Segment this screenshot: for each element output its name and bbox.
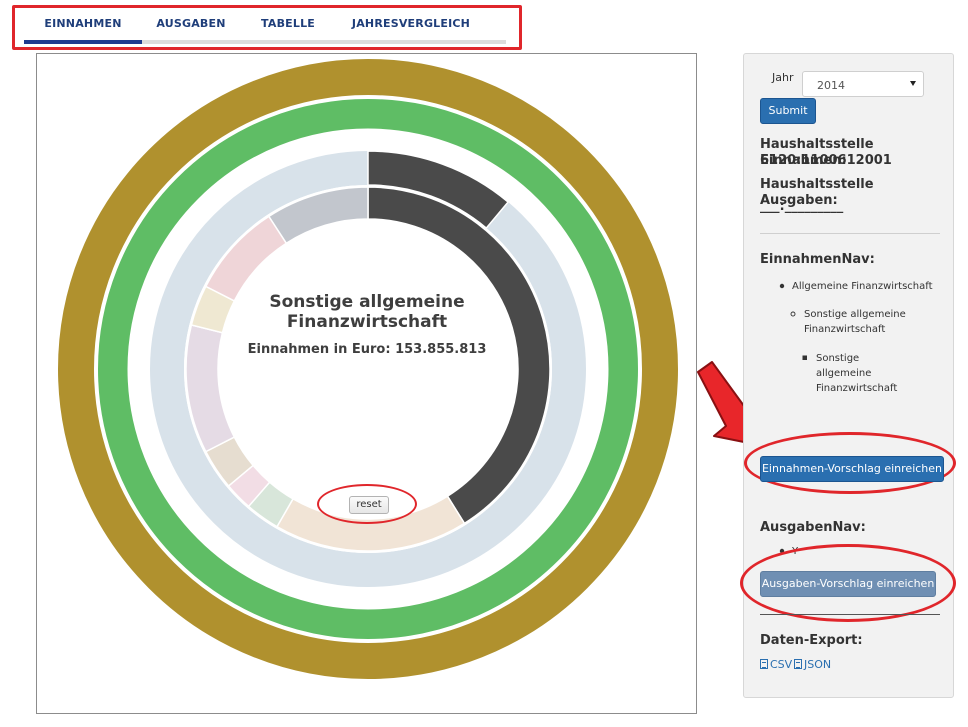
divider: [760, 233, 940, 234]
nav-item-line: Sonstige: [816, 353, 860, 364]
nav-item-line: Finanzwirtschaft: [816, 383, 898, 394]
chart-title-line1: Sonstige allgemeine: [269, 292, 465, 312]
export-json-link[interactable]: JSON: [794, 658, 831, 671]
chart-center: [218, 219, 518, 519]
nav-item-line: Sonstige allgemeine: [804, 309, 906, 320]
export-csv-label: CSV: [770, 658, 793, 671]
chart-center-title: Sonstige allgemeine Finanzwirtschaft: [217, 292, 517, 332]
bullet-icon: [802, 355, 807, 360]
nav-item-line: Finanzwirtschaft: [804, 324, 886, 335]
nav-item-sonstige-allgemeine-finanzwirtschaft[interactable]: Sonstige allgemeine Finanzwirtschaft: [816, 351, 897, 396]
bullet-icon: [790, 311, 796, 317]
chevron-down-icon: [910, 81, 916, 86]
chart-title-line2: Finanzwirtschaft: [286, 312, 448, 332]
tab-einnahmen[interactable]: EINNAHMEN: [24, 10, 142, 44]
nav-item-line: allgemeine: [816, 368, 872, 379]
tab-jahresvergleich[interactable]: JAHRESVERGLEICH: [336, 10, 486, 44]
bullet-icon: [779, 283, 785, 289]
haushalt-ausgaben-value: ___:_________: [760, 199, 844, 214]
nav-item-sonstige-allgemeine[interactable]: Sonstige allgemeine Finanzwirtschaft: [804, 307, 906, 337]
main-tabs: EINNAHMEN AUSGABEN TABELLE JAHRESVERGLEI…: [24, 10, 506, 44]
sidebar: Jahr 2014 Submit Haushaltsstelle Einnahm…: [740, 53, 956, 698]
nav-item-allgemeine-finanzwirtschaft[interactable]: Allgemeine Finanzwirtschaft: [792, 279, 933, 294]
divider: [760, 614, 940, 615]
tab-tabelle[interactable]: TABELLE: [240, 10, 336, 44]
einnahmen-vorschlag-button[interactable]: Einnahmen-Vorschlag einreichen: [760, 456, 944, 482]
daten-export-title: Daten-Export:: [760, 633, 863, 648]
submit-button[interactable]: Submit: [760, 98, 816, 124]
file-icon: [794, 659, 802, 669]
ausgaben-vorschlag-button[interactable]: Ausgaben-Vorschlag einreichen: [760, 571, 936, 597]
year-selected-value: 2014: [817, 79, 845, 92]
file-icon: [760, 659, 768, 669]
reset-button[interactable]: reset: [349, 496, 389, 514]
year-label: Jahr: [772, 71, 794, 84]
sunburst-chart-panel: Sonstige allgemeine Finanzwirtschaft Ein…: [36, 53, 697, 714]
sunburst-chart: [58, 59, 678, 679]
chart-value-label: Einnahmen in Euro: 153.855.813: [247, 342, 487, 357]
export-json-label: JSON: [804, 658, 832, 671]
ausgaben-nav-title: AusgabenNav:: [760, 520, 866, 535]
einnahmen-nav-title: EinnahmenNav:: [760, 252, 875, 267]
haushalt-einnahmen-value: 6120:1100612001: [760, 153, 892, 168]
export-csv-link[interactable]: CSV: [760, 658, 792, 671]
tab-ausgaben[interactable]: AUSGABEN: [142, 10, 240, 44]
year-select[interactable]: 2014: [802, 71, 924, 97]
